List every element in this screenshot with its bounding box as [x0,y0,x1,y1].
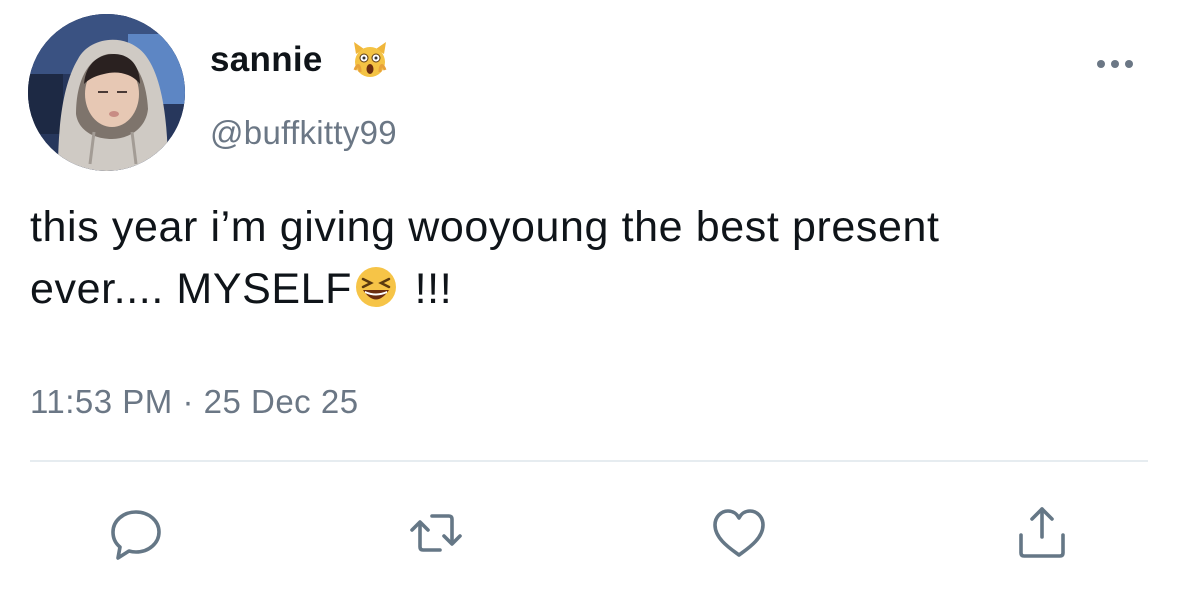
laughing-face-emoji-icon [356,267,397,307]
divider [30,460,1148,462]
scream-cat-emoji-icon [353,42,387,77]
tweet-text-line: ever.... MYSELF !!! [30,258,1160,320]
more-dot-icon [1111,60,1119,68]
retweet-icon [410,514,462,552]
tweet-text-segment: ever.... MYSELF [30,265,353,313]
reply-button[interactable] [106,503,166,563]
tweet-text-segment: !!! [402,265,453,313]
like-button[interactable] [709,503,769,563]
more-dot-icon [1125,60,1133,68]
tweet-text: this year i’m giving wooyoung the best p… [30,196,1160,320]
user-handle[interactable]: @buffkitty99 [210,114,397,152]
display-name[interactable]: sannie [210,40,323,80]
more-options-button[interactable] [1092,52,1138,76]
share-button[interactable] [1012,503,1072,563]
reply-icon [111,510,161,560]
retweet-button[interactable] [406,503,466,563]
heart-icon [713,509,765,557]
avatar[interactable] [28,14,185,171]
avatar-photo [28,14,185,171]
tweet-timestamp[interactable]: 11:53 PM · 25 Dec 25 [30,383,359,421]
more-dot-icon [1097,60,1105,68]
tweet-text-line: this year i’m giving wooyoung the best p… [30,203,940,251]
share-icon [1019,507,1065,558]
